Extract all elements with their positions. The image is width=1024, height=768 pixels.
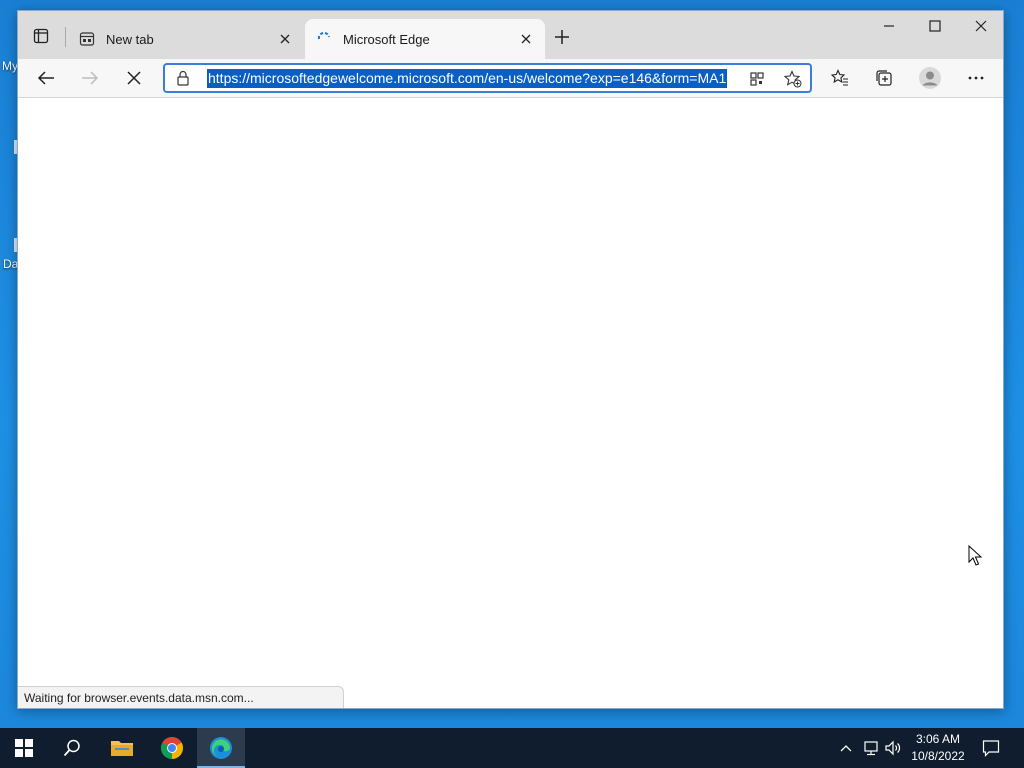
tab-close-icon[interactable] — [517, 30, 535, 48]
close-window-button[interactable] — [958, 11, 1004, 41]
profile-button[interactable] — [914, 63, 946, 93]
maximize-icon — [929, 20, 941, 32]
volume-icon[interactable] — [883, 738, 903, 758]
minimize-button[interactable] — [866, 11, 912, 41]
clock-time: 3:06 AM — [915, 732, 961, 746]
edge-button[interactable] — [197, 728, 245, 768]
windows-start-icon — [15, 739, 33, 757]
chrome-icon — [161, 737, 183, 759]
address-bar[interactable]: https://microsoftedgewelcome.microsoft.c… — [163, 63, 812, 93]
loading-spinner-icon — [315, 30, 333, 48]
tab-divider — [65, 27, 66, 47]
file-explorer-button[interactable] — [98, 728, 146, 768]
newtab-icon — [78, 30, 96, 48]
stop-icon — [127, 71, 141, 85]
chevron-up-icon — [840, 745, 852, 752]
mouse-cursor-icon — [968, 544, 983, 570]
minimize-icon — [884, 25, 894, 27]
qr-code-icon[interactable] — [745, 68, 769, 90]
start-button[interactable] — [0, 728, 48, 768]
tab-actions-icon — [33, 28, 49, 44]
favorites-icon — [831, 69, 848, 86]
profile-icon — [919, 67, 941, 89]
stop-button[interactable] — [118, 63, 150, 93]
tab-microsoft-edge[interactable]: Microsoft Edge — [305, 19, 545, 59]
edge-icon — [210, 737, 232, 759]
tab-title: New tab — [106, 31, 154, 47]
forward-arrow-icon — [82, 71, 99, 85]
status-bar: Waiting for browser.events.data.msn.com.… — [18, 686, 344, 708]
new-tab-button[interactable] — [550, 25, 574, 49]
address-url-text[interactable]: https://microsoftedgewelcome.microsoft.c… — [207, 69, 728, 88]
search-icon — [63, 739, 80, 757]
more-icon — [968, 76, 984, 80]
network-icon[interactable] — [861, 738, 881, 758]
lock-icon[interactable] — [175, 70, 191, 86]
close-icon — [975, 20, 987, 32]
taskbar-clock[interactable]: 3:06 AM 10/8/2022 — [902, 731, 974, 765]
tab-title: Microsoft Edge — [343, 31, 430, 47]
browser-toolbar: https://microsoftedgewelcome.microsoft.c… — [18, 59, 1003, 98]
page-content[interactable]: Waiting for browser.events.data.msn.com.… — [18, 98, 1003, 708]
back-arrow-icon — [37, 71, 54, 85]
tab-new-tab[interactable]: New tab — [68, 19, 304, 59]
taskbar: 3:06 AM 10/8/2022 — [0, 728, 1024, 768]
collections-icon — [876, 70, 892, 86]
notifications-icon[interactable] — [981, 738, 1001, 758]
tab-actions-button[interactable] — [26, 23, 56, 49]
maximize-button[interactable] — [912, 11, 958, 41]
tab-strip: New tab Microsoft Edge — [18, 11, 1003, 59]
clock-date: 10/8/2022 — [911, 749, 965, 763]
forward-button[interactable] — [74, 63, 106, 93]
plus-icon — [555, 30, 569, 44]
add-favorite-icon[interactable] — [781, 68, 805, 90]
browser-window: New tab Microsoft Edge https://microsoft… — [17, 10, 1004, 709]
file-explorer-icon — [111, 741, 133, 756]
chrome-button[interactable] — [148, 728, 196, 768]
desktop-icon-label-my[interactable]: My — [2, 59, 18, 73]
collections-button[interactable] — [868, 63, 900, 93]
more-button[interactable] — [960, 63, 992, 93]
back-button[interactable] — [30, 63, 62, 93]
show-hidden-icons-button[interactable] — [836, 738, 856, 758]
search-button[interactable] — [48, 728, 96, 768]
favorites-button[interactable] — [824, 63, 856, 93]
tab-close-icon[interactable] — [276, 30, 294, 48]
